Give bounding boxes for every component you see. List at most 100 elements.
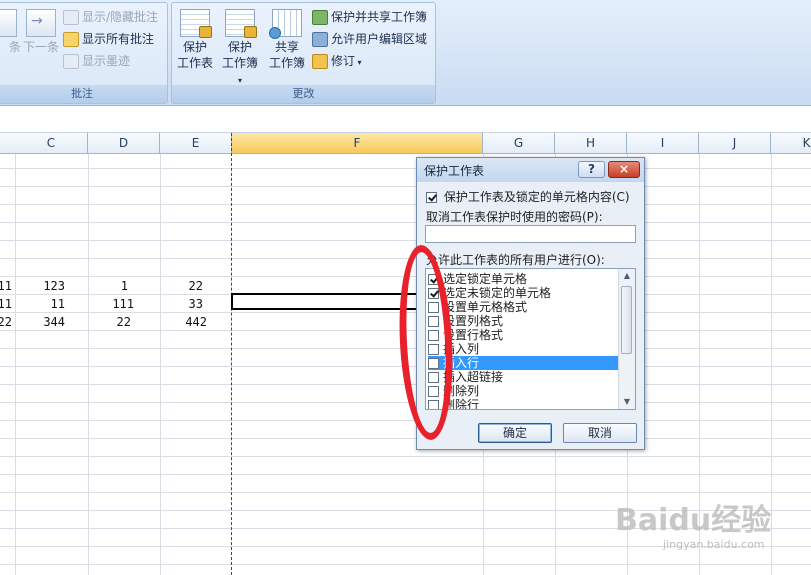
cell-e3[interactable]: 442: [160, 313, 207, 331]
permission-item[interactable]: 插入行: [428, 356, 618, 370]
close-icon: ×: [618, 162, 630, 176]
next-comment-icon: →: [26, 9, 56, 37]
ribbon: 条 → 下一条 显示/隐藏批注 显示所有批注 显示墨迹 批注 保护 工作表 保护…: [0, 0, 811, 106]
permission-item[interactable]: 设置单元格格式: [428, 300, 618, 314]
show-ink-label: 显示墨迹: [82, 54, 131, 68]
close-button[interactable]: ×: [608, 161, 640, 178]
column-header-k[interactable]: K: [771, 133, 811, 153]
permission-label: 设置单元格格式: [443, 300, 528, 314]
show-hide-comment-label: 显示/隐藏批注: [82, 10, 159, 24]
dialog-title: 保护工作表: [424, 164, 485, 178]
permissions-scrollbar[interactable]: ▲ ▼: [618, 269, 635, 409]
column-header-f[interactable]: F: [232, 133, 483, 153]
protect-workbook-label-2: 工作簿: [221, 56, 258, 70]
column-header-c[interactable]: C: [15, 133, 88, 153]
formula-bar-area: [0, 106, 811, 133]
protect-workbook-button[interactable]: 保护 工作簿 ▾: [220, 9, 260, 89]
previous-comment-label: 条: [8, 40, 21, 54]
page-break-line: [231, 133, 232, 575]
baidu-watermark-url: jingyan.baidu.com: [663, 538, 765, 551]
cell-c1[interactable]: 123: [15, 277, 65, 295]
show-all-comments-button[interactable]: 显示所有批注: [63, 30, 154, 49]
track-changes-button[interactable]: 修订 ▾: [312, 52, 362, 71]
permission-item[interactable]: 插入超链接: [428, 370, 618, 384]
baidu-watermark: Baidu经验: [615, 503, 772, 538]
show-ink-button[interactable]: 显示墨迹: [63, 52, 130, 71]
column-header-d[interactable]: D: [88, 133, 160, 153]
share-workbook-label-2: 工作簿: [268, 56, 305, 70]
column-header-j[interactable]: J: [699, 133, 771, 153]
comments-icon: [63, 32, 79, 47]
comments-group: 条 → 下一条 显示/隐藏批注 显示所有批注 显示墨迹 批注: [0, 2, 168, 104]
track-changes-icon: [312, 54, 328, 69]
track-changes-dropdown-icon: ▾: [355, 58, 362, 67]
permission-item[interactable]: 选定锁定单元格: [428, 272, 618, 286]
next-comment-button[interactable]: → 下一条: [19, 9, 63, 55]
permission-item[interactable]: 设置行格式: [428, 328, 618, 342]
password-label: 取消工作表保护时使用的密码(P):: [426, 210, 603, 224]
protect-share-workbook-button[interactable]: 保护并共享工作簿: [312, 8, 427, 27]
next-comment-label: 下一条: [22, 40, 59, 54]
previous-comment-icon: [0, 9, 17, 37]
scroll-up-icon[interactable]: ▲: [619, 269, 635, 283]
share-workbook-button[interactable]: 共享 工作簿: [267, 9, 307, 71]
protect-sheet-label-2: 工作表: [176, 56, 213, 70]
ok-button[interactable]: 确定: [478, 423, 552, 443]
permission-label: 设置列格式: [443, 314, 504, 328]
protect-sheet-icon: [180, 9, 212, 38]
permission-label: 选定锁定单元格: [443, 272, 528, 286]
cell-d3[interactable]: 22: [88, 313, 131, 331]
protect-contents-label: 保护工作表及锁定的单元格内容(C): [443, 190, 630, 204]
protect-contents-checkbox-row[interactable]: 保护工作表及锁定的单元格内容(C): [426, 188, 630, 205]
ink-icon: [63, 54, 79, 69]
column-header-e[interactable]: E: [160, 133, 232, 153]
scroll-down-icon[interactable]: ▼: [619, 395, 635, 409]
protect-share-label: 保护并共享工作簿: [331, 10, 428, 24]
protect-contents-checkbox[interactable]: [426, 192, 437, 203]
cell-c2[interactable]: 11: [15, 295, 65, 313]
comments-group-label: 批注: [0, 85, 167, 103]
grid-line: [160, 154, 161, 575]
protect-sheet-button[interactable]: 保护 工作表: [175, 9, 215, 71]
allow-edit-ranges-label: 允许用户编辑区域: [331, 32, 428, 46]
cell-e2[interactable]: 33: [160, 295, 203, 313]
column-header-g[interactable]: G: [483, 133, 555, 153]
permission-item[interactable]: 插入列: [428, 342, 618, 356]
changes-group: 保护 工作表 保护 工作簿▾ 共享 工作簿 保护并共享工作簿 允许用户编辑区域 …: [171, 2, 436, 104]
cancel-button[interactable]: 取消: [563, 423, 637, 443]
protect-workbook-icon: [225, 9, 257, 38]
track-changes-label: 修订: [331, 54, 356, 68]
cell-b3[interactable]: 22: [0, 313, 12, 331]
grid-line: [15, 154, 16, 575]
allow-edit-ranges-button[interactable]: 允许用户编辑区域: [312, 30, 427, 49]
share-workbook-label-1: 共享: [274, 40, 299, 54]
protect-sheet-dialog: 保护工作表 ? × 保护工作表及锁定的单元格内容(C) 取消工作表保护时使用的密…: [416, 157, 645, 450]
cell-d1[interactable]: 1: [88, 277, 128, 295]
cell-d2[interactable]: 111: [88, 295, 134, 313]
help-button[interactable]: ?: [578, 161, 605, 178]
cell-b1[interactable]: 11: [0, 277, 12, 295]
column-header-h[interactable]: H: [555, 133, 627, 153]
column-header-i[interactable]: I: [627, 133, 699, 153]
cell-e1[interactable]: 22: [160, 277, 203, 295]
allow-edit-ranges-icon: [312, 32, 328, 47]
show-hide-comment-button[interactable]: 显示/隐藏批注: [63, 8, 158, 27]
cell-c3[interactable]: 344: [15, 313, 65, 331]
scroll-thumb[interactable]: [621, 286, 632, 354]
dialog-titlebar[interactable]: 保护工作表 ? ×: [417, 158, 644, 182]
protect-sheet-label-1: 保护: [182, 40, 207, 54]
permission-item[interactable]: 删除列: [428, 384, 618, 398]
previous-comment-button[interactable]: 条: [0, 9, 21, 55]
show-all-comments-label: 显示所有批注: [82, 32, 155, 46]
permissions-list[interactable]: 选定锁定单元格 选定未锁定的单元格 设置单元格格式 设置列格式 设置行格式 插入列 插入行插…: [425, 268, 636, 410]
permission-label: 选定未锁定的单元格: [443, 286, 552, 300]
cell-b2[interactable]: 11: [0, 295, 12, 313]
permission-label: 设置行格式: [443, 328, 504, 342]
permission-item[interactable]: 删除行: [428, 398, 618, 409]
permission-item[interactable]: 选定未锁定的单元格: [428, 286, 618, 300]
permission-item[interactable]: 设置列格式: [428, 314, 618, 328]
comment-toggle-icon: [63, 10, 79, 25]
dropdown-arrow-icon: ▾: [237, 76, 242, 85]
grid-line: [88, 154, 89, 575]
password-input[interactable]: [425, 225, 636, 243]
